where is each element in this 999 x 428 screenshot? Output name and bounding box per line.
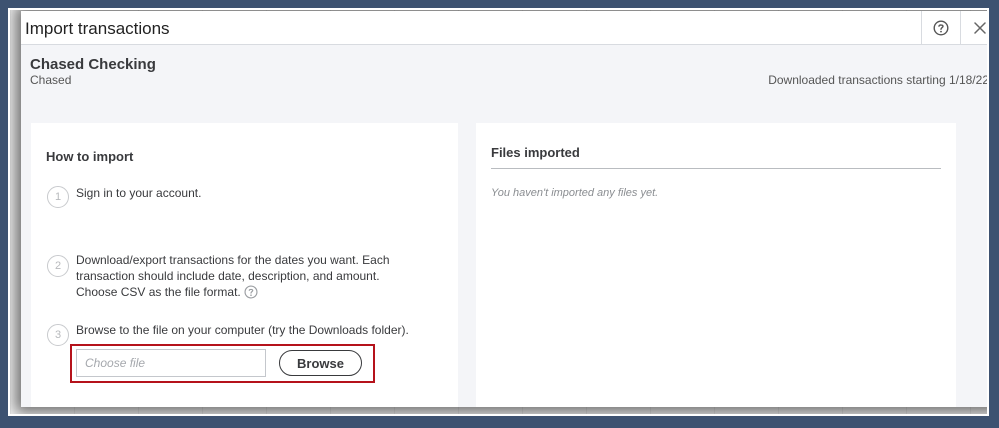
files-imported-heading: Files imported: [491, 145, 580, 160]
step-2-text: Download/export transactions for the dat…: [76, 253, 390, 299]
step-1-text: Sign in to your account.: [76, 186, 202, 200]
background-frame: Import transactions Chased Checking Chas…: [8, 8, 989, 416]
how-to-import-panel: How to import 1 Sign in to your account.…: [31, 123, 458, 407]
import-transactions-modal: Import transactions Chased Checking Chas…: [21, 11, 989, 407]
files-divider: [491, 168, 941, 169]
step-3-number: 3: [47, 324, 69, 346]
downloaded-date-note: Downloaded transactions starting 1/18/22: [768, 73, 989, 87]
account-name: Chased Checking: [30, 56, 156, 73]
bank-name: Chased: [30, 73, 72, 87]
step-3-text: Browse to the file on your computer (try…: [76, 323, 409, 337]
step-1-number: 1: [47, 186, 69, 208]
modal-header: Import transactions: [21, 11, 987, 45]
close-icon: [974, 21, 986, 34]
csv-info-button[interactable]: [244, 285, 258, 299]
question-circle-icon: [933, 19, 949, 36]
step-2-number: 2: [47, 255, 69, 277]
files-imported-panel: Files imported You haven't imported any …: [476, 123, 956, 407]
help-button[interactable]: [921, 11, 961, 44]
close-button[interactable]: [961, 11, 987, 44]
files-empty-message: You haven't imported any files yet.: [491, 187, 659, 199]
file-picker-highlight: [70, 344, 375, 383]
step-2-block: Download/export transactions for the dat…: [76, 252, 416, 300]
question-circle-icon: [244, 285, 258, 299]
how-to-import-heading: How to import: [46, 149, 134, 164]
modal-title: Import transactions: [25, 19, 170, 38]
